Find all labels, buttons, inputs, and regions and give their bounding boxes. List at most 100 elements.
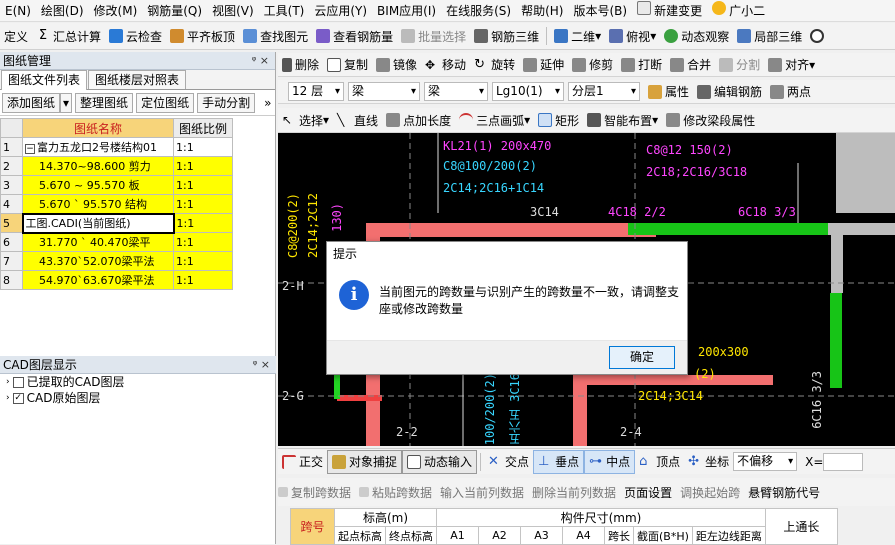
add-drawing-dropdown[interactable]: ▾ (60, 92, 73, 113)
type-select[interactable]: 梁 (424, 82, 488, 101)
drawing-name-header[interactable]: 图纸名称 (22, 118, 174, 138)
menu-version[interactable]: 版本号(B) (568, 0, 632, 21)
expand-arrow-icon[interactable]: › (6, 374, 10, 390)
local-3d-button[interactable]: 局部三维 (733, 24, 806, 48)
menu-draw[interactable]: 绘图(D) (36, 0, 89, 21)
perpendicular-snap-button[interactable]: ⊥ 垂点 (533, 449, 585, 474)
x-coordinate-input[interactable] (823, 452, 864, 471)
align-slab-top-button[interactable]: 平齐板顶 (166, 24, 239, 48)
tab-floor-mapping[interactable]: 图纸楼层对照表 (88, 70, 187, 89)
menu-rebar[interactable]: 钢筋量(Q) (142, 0, 207, 21)
menu-view[interactable]: 视图(V) (207, 0, 259, 21)
view-2d-button[interactable]: 二维 ▾ (550, 24, 605, 48)
move-button[interactable]: ✥ 移动 (421, 53, 470, 76)
dynamic-input-button[interactable]: 动态输入 (402, 449, 478, 474)
edit-rebar-button[interactable]: 编辑钢筋 (693, 80, 766, 103)
expand-arrow-icon[interactable]: › (6, 390, 10, 406)
two-point-button[interactable]: 两点 (766, 80, 815, 103)
drawing-scale-cell[interactable]: 1:1 (173, 213, 233, 233)
menu-edit[interactable]: E(N) (0, 0, 36, 21)
vertex-snap-button[interactable]: ⌂ 顶点 (635, 450, 684, 474)
menu-help[interactable]: 帮助(H) (516, 0, 568, 21)
delete-column-data-button[interactable]: 删除当前列数据 (532, 484, 616, 501)
drawing-name-cell[interactable]: 5.670 ~ 95.570 板 (22, 175, 174, 195)
layer-select[interactable]: 分层1 (568, 82, 640, 101)
element-name-select[interactable]: Lg10(1) (492, 82, 564, 101)
menu-guang-xiaoer[interactable]: 广小二 (707, 0, 770, 21)
add-drawing-button[interactable]: 添加图纸 (2, 92, 61, 113)
rotate-button[interactable]: ↻ 旋转 (470, 53, 519, 76)
rectangle-button[interactable]: 矩形 (534, 108, 583, 132)
copy-span-data-button[interactable]: 复制跨数据 (278, 484, 351, 501)
midpoint-snap-button[interactable]: ⊶ 中点 (584, 449, 636, 474)
organize-drawing-button[interactable]: 整理图纸 (75, 92, 134, 113)
input-column-data-button[interactable]: 输入当前列数据 (440, 484, 524, 501)
line-button[interactable]: ╲ 直线 (333, 108, 382, 132)
drawing-scale-cell[interactable]: 1:1 (173, 137, 233, 157)
properties-button[interactable]: 属性 (644, 80, 693, 103)
extend-button[interactable]: 延伸 (519, 53, 568, 76)
menu-bim[interactable]: BIM应用(I) (372, 0, 441, 21)
panel-pin-close-icon[interactable]: ᵠ × (252, 52, 269, 70)
cantilever-rebar-code-button[interactable]: 悬臂钢筋代号 (748, 484, 820, 501)
manual-split-button[interactable]: 手动分割 (197, 92, 256, 113)
layer-item-original[interactable]: › ✓ CAD原始图层 (0, 390, 276, 406)
batch-select-button[interactable]: 批量选择 (397, 24, 470, 48)
offset-select[interactable]: 不偏移 (733, 452, 798, 471)
rebar-3d-button[interactable]: 钢筋三维 (470, 24, 543, 48)
drawing-name-cell[interactable]: 14.370~98.600 剪力 (22, 156, 174, 176)
category-select[interactable]: 梁 (348, 82, 420, 101)
dynamic-orbit-button[interactable]: 动态观察 (660, 24, 733, 48)
drawing-scale-cell[interactable]: 1:1 (173, 251, 233, 271)
collapse-toggle-icon[interactable]: − (25, 144, 35, 154)
copy-button[interactable]: 复制 (323, 53, 372, 76)
layer-checkbox-extracted[interactable] (12, 376, 24, 388)
drawing-name-cell[interactable]: − 富力五龙口2号楼结构01 (22, 137, 174, 157)
table-row[interactable]: 2 14.370~98.600 剪力 1:1 (0, 156, 233, 176)
zoom-button[interactable] (806, 24, 831, 48)
break-button[interactable]: 打断 (617, 53, 666, 76)
drawing-name-cell[interactable]: 54.970`63.670梁平法 (22, 270, 174, 290)
intersection-snap-button[interactable]: ✕ 交点 (484, 450, 533, 474)
drawing-name-cell[interactable]: 43.370`52.070梁平法 (22, 251, 174, 271)
tab-drawing-list[interactable]: 图纸文件列表 (1, 70, 88, 90)
point-length-button[interactable]: 点加长度 (382, 108, 455, 132)
merge-button[interactable]: 合并 (666, 53, 715, 76)
menu-tools[interactable]: 工具(T) (259, 0, 310, 21)
coordinate-snap-button[interactable]: ✣ 坐标 (684, 450, 733, 474)
paste-span-data-button[interactable]: 粘贴跨数据 (359, 484, 432, 501)
object-snap-button[interactable]: 对象捕捉 (327, 449, 403, 474)
table-row-current[interactable]: 5 工图.CADI(当前图纸) 1:1 (0, 212, 233, 234)
summary-calc-button[interactable]: Σ 汇总计算 (32, 24, 105, 48)
menu-new-change[interactable]: 新建变更 (632, 0, 707, 21)
drawing-scale-cell[interactable]: 1:1 (173, 270, 233, 290)
smart-layout-button[interactable]: 智能布置 ▾ (583, 108, 662, 132)
ortho-button[interactable]: 正交 (278, 450, 327, 474)
table-row[interactable]: 7 43.370`52.070梁平法 1:1 (0, 251, 233, 271)
layer-item-extracted[interactable]: › 已提取的CAD图层 (0, 374, 276, 390)
define-button[interactable]: 定义 (0, 24, 32, 48)
select-button[interactable]: ↖ 选择 ▾ (278, 108, 333, 132)
view-rebar-qty-button[interactable]: 查看钢筋量 (312, 24, 397, 48)
more-chevron-icon[interactable]: » (264, 96, 271, 110)
three-point-arc-button[interactable]: 三点画弧 ▾ (455, 108, 534, 132)
cad-layer-pin-close-icon[interactable]: ᵠ × (253, 356, 270, 374)
drawing-name-cell[interactable]: 31.770 ` 40.470梁平 (22, 232, 174, 252)
layer-checkbox-original[interactable]: ✓ (12, 392, 24, 404)
find-element-button[interactable]: 查找图元 (239, 24, 312, 48)
align-button[interactable]: 对齐 ▾ (764, 53, 819, 76)
drawing-scale-cell[interactable]: 1:1 (173, 194, 233, 214)
table-row[interactable]: 4 5.670 ` 95.570 结构 1:1 (0, 194, 233, 214)
locate-drawing-button[interactable]: 定位图纸 (136, 92, 195, 113)
swap-start-span-button[interactable]: 调换起始跨 (680, 484, 740, 501)
table-row[interactable]: 1 − 富力五龙口2号楼结构01 1:1 (0, 137, 233, 157)
delete-button[interactable]: 删除 (278, 53, 323, 76)
table-row[interactable]: 3 5.670 ~ 95.570 板 1:1 (0, 175, 233, 195)
menu-modify[interactable]: 修改(M) (89, 0, 143, 21)
drawing-scale-cell[interactable]: 1:1 (173, 232, 233, 252)
mirror-button[interactable]: 镜像 (372, 53, 421, 76)
split-button[interactable]: 分割 (715, 53, 764, 76)
modify-beam-segment-button[interactable]: 修改梁段属性 (662, 108, 759, 132)
floor-select[interactable]: 12 层 (288, 82, 344, 101)
page-setup-button[interactable]: 页面设置 (624, 484, 672, 501)
